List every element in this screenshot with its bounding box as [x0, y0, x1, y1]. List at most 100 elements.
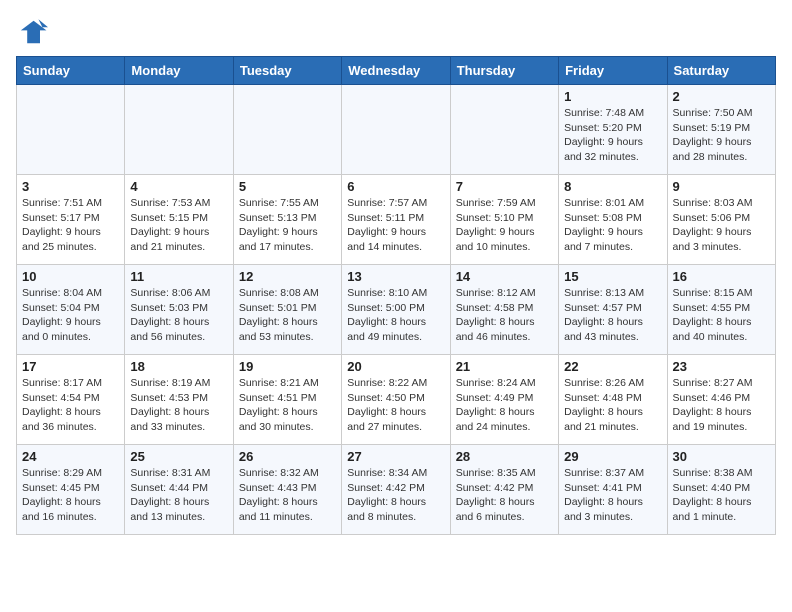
day-number: 10	[22, 269, 119, 284]
day-number: 8	[564, 179, 661, 194]
day-number: 26	[239, 449, 336, 464]
day-info: Sunrise: 7:50 AM Sunset: 5:19 PM Dayligh…	[673, 106, 770, 165]
calendar-week-2: 3 Sunrise: 7:51 AM Sunset: 5:17 PM Daylig…	[17, 175, 776, 265]
calendar-cell: 13 Sunrise: 8:10 AM Sunset: 5:00 PM Dayli…	[342, 265, 450, 355]
header-sunday: Sunday	[17, 57, 125, 85]
logo-icon	[16, 16, 48, 48]
day-number: 18	[130, 359, 227, 374]
header-wednesday: Wednesday	[342, 57, 450, 85]
calendar-cell	[17, 85, 125, 175]
day-number: 28	[456, 449, 553, 464]
calendar-cell	[450, 85, 558, 175]
day-number: 6	[347, 179, 444, 194]
calendar-week-5: 24 Sunrise: 8:29 AM Sunset: 4:45 PM Dayli…	[17, 445, 776, 535]
calendar-cell: 10 Sunrise: 8:04 AM Sunset: 5:04 PM Dayli…	[17, 265, 125, 355]
calendar-cell: 16 Sunrise: 8:15 AM Sunset: 4:55 PM Dayli…	[667, 265, 775, 355]
calendar-cell: 23Sunrise: 8:27 AM Sunset: 4:46 PM Dayli…	[667, 355, 775, 445]
calendar-cell: 21 Sunrise: 8:24 AM Sunset: 4:49 PM Dayli…	[450, 355, 558, 445]
day-info: Sunrise: 8:01 AM Sunset: 5:08 PM Dayligh…	[564, 196, 661, 255]
day-info: Sunrise: 8:37 AM Sunset: 4:41 PM Dayligh…	[564, 466, 661, 525]
calendar-cell: 26 Sunrise: 8:32 AM Sunset: 4:43 PM Dayli…	[233, 445, 341, 535]
header-monday: Monday	[125, 57, 233, 85]
calendar-cell: 27 Sunrise: 8:34 AM Sunset: 4:42 PM Dayli…	[342, 445, 450, 535]
calendar-cell	[233, 85, 341, 175]
day-number: 30	[673, 449, 770, 464]
calendar-cell: 25Sunrise: 8:31 AM Sunset: 4:44 PM Dayli…	[125, 445, 233, 535]
day-info: Sunrise: 8:04 AM Sunset: 5:04 PM Dayligh…	[22, 286, 119, 345]
day-info: Sunrise: 8:38 AM Sunset: 4:40 PM Dayligh…	[673, 466, 770, 525]
calendar-header-row: SundayMondayTuesdayWednesdayThursdayFrid…	[17, 57, 776, 85]
calendar-cell: 3 Sunrise: 7:51 AM Sunset: 5:17 PM Daylig…	[17, 175, 125, 265]
page-header	[16, 16, 776, 48]
day-info: Sunrise: 8:34 AM Sunset: 4:42 PM Dayligh…	[347, 466, 444, 525]
day-number: 14	[456, 269, 553, 284]
day-number: 15	[564, 269, 661, 284]
header-saturday: Saturday	[667, 57, 775, 85]
day-info: Sunrise: 8:29 AM Sunset: 4:45 PM Dayligh…	[22, 466, 119, 525]
calendar-cell: 8 Sunrise: 8:01 AM Sunset: 5:08 PM Daylig…	[559, 175, 667, 265]
calendar-cell: 12 Sunrise: 8:08 AM Sunset: 5:01 PM Dayli…	[233, 265, 341, 355]
calendar-cell: 30 Sunrise: 8:38 AM Sunset: 4:40 PM Dayli…	[667, 445, 775, 535]
calendar-week-4: 17Sunrise: 8:17 AM Sunset: 4:54 PM Dayli…	[17, 355, 776, 445]
day-info: Sunrise: 8:31 AM Sunset: 4:44 PM Dayligh…	[130, 466, 227, 525]
day-info: Sunrise: 8:35 AM Sunset: 4:42 PM Dayligh…	[456, 466, 553, 525]
day-number: 21	[456, 359, 553, 374]
calendar-cell: 9Sunrise: 8:03 AM Sunset: 5:06 PM Daylig…	[667, 175, 775, 265]
calendar-week-1: 1 Sunrise: 7:48 AM Sunset: 5:20 PM Daylig…	[17, 85, 776, 175]
day-info: Sunrise: 7:57 AM Sunset: 5:11 PM Dayligh…	[347, 196, 444, 255]
day-info: Sunrise: 8:22 AM Sunset: 4:50 PM Dayligh…	[347, 376, 444, 435]
day-number: 4	[130, 179, 227, 194]
calendar-cell: 28 Sunrise: 8:35 AM Sunset: 4:42 PM Dayli…	[450, 445, 558, 535]
day-number: 3	[22, 179, 119, 194]
calendar-cell: 19 Sunrise: 8:21 AM Sunset: 4:51 PM Dayli…	[233, 355, 341, 445]
day-number: 19	[239, 359, 336, 374]
day-number: 2	[673, 89, 770, 104]
day-number: 1	[564, 89, 661, 104]
calendar-cell	[125, 85, 233, 175]
day-info: Sunrise: 7:51 AM Sunset: 5:17 PM Dayligh…	[22, 196, 119, 255]
header-tuesday: Tuesday	[233, 57, 341, 85]
day-info: Sunrise: 7:59 AM Sunset: 5:10 PM Dayligh…	[456, 196, 553, 255]
day-number: 16	[673, 269, 770, 284]
calendar-cell: 2 Sunrise: 7:50 AM Sunset: 5:19 PM Daylig…	[667, 85, 775, 175]
calendar-cell: 6 Sunrise: 7:57 AM Sunset: 5:11 PM Daylig…	[342, 175, 450, 265]
calendar-week-3: 10 Sunrise: 8:04 AM Sunset: 5:04 PM Dayli…	[17, 265, 776, 355]
day-number: 7	[456, 179, 553, 194]
logo	[16, 16, 52, 48]
calendar-cell	[342, 85, 450, 175]
day-info: Sunrise: 8:12 AM Sunset: 4:58 PM Dayligh…	[456, 286, 553, 345]
day-info: Sunrise: 8:21 AM Sunset: 4:51 PM Dayligh…	[239, 376, 336, 435]
day-number: 5	[239, 179, 336, 194]
day-number: 20	[347, 359, 444, 374]
calendar-cell: 14 Sunrise: 8:12 AM Sunset: 4:58 PM Dayli…	[450, 265, 558, 355]
calendar-cell: 5 Sunrise: 7:55 AM Sunset: 5:13 PM Daylig…	[233, 175, 341, 265]
day-number: 12	[239, 269, 336, 284]
day-number: 23	[673, 359, 770, 374]
day-info: Sunrise: 7:48 AM Sunset: 5:20 PM Dayligh…	[564, 106, 661, 165]
calendar-table: SundayMondayTuesdayWednesdayThursdayFrid…	[16, 56, 776, 535]
calendar-cell: 1 Sunrise: 7:48 AM Sunset: 5:20 PM Daylig…	[559, 85, 667, 175]
header-thursday: Thursday	[450, 57, 558, 85]
day-info: Sunrise: 8:03 AM Sunset: 5:06 PM Dayligh…	[673, 196, 770, 255]
calendar-cell: 22Sunrise: 8:26 AM Sunset: 4:48 PM Dayli…	[559, 355, 667, 445]
day-number: 27	[347, 449, 444, 464]
day-number: 17	[22, 359, 119, 374]
calendar-cell: 17Sunrise: 8:17 AM Sunset: 4:54 PM Dayli…	[17, 355, 125, 445]
day-info: Sunrise: 8:10 AM Sunset: 5:00 PM Dayligh…	[347, 286, 444, 345]
day-info: Sunrise: 8:32 AM Sunset: 4:43 PM Dayligh…	[239, 466, 336, 525]
calendar-cell: 24 Sunrise: 8:29 AM Sunset: 4:45 PM Dayli…	[17, 445, 125, 535]
day-info: Sunrise: 7:55 AM Sunset: 5:13 PM Dayligh…	[239, 196, 336, 255]
header-friday: Friday	[559, 57, 667, 85]
day-number: 13	[347, 269, 444, 284]
calendar-cell: 29 Sunrise: 8:37 AM Sunset: 4:41 PM Dayli…	[559, 445, 667, 535]
day-number: 11	[130, 269, 227, 284]
calendar-cell: 15Sunrise: 8:13 AM Sunset: 4:57 PM Dayli…	[559, 265, 667, 355]
day-info: Sunrise: 8:08 AM Sunset: 5:01 PM Dayligh…	[239, 286, 336, 345]
day-info: Sunrise: 8:24 AM Sunset: 4:49 PM Dayligh…	[456, 376, 553, 435]
calendar-cell: 20 Sunrise: 8:22 AM Sunset: 4:50 PM Dayli…	[342, 355, 450, 445]
day-info: Sunrise: 8:15 AM Sunset: 4:55 PM Dayligh…	[673, 286, 770, 345]
calendar-cell: 7 Sunrise: 7:59 AM Sunset: 5:10 PM Daylig…	[450, 175, 558, 265]
day-info: Sunrise: 8:19 AM Sunset: 4:53 PM Dayligh…	[130, 376, 227, 435]
day-number: 24	[22, 449, 119, 464]
day-number: 29	[564, 449, 661, 464]
